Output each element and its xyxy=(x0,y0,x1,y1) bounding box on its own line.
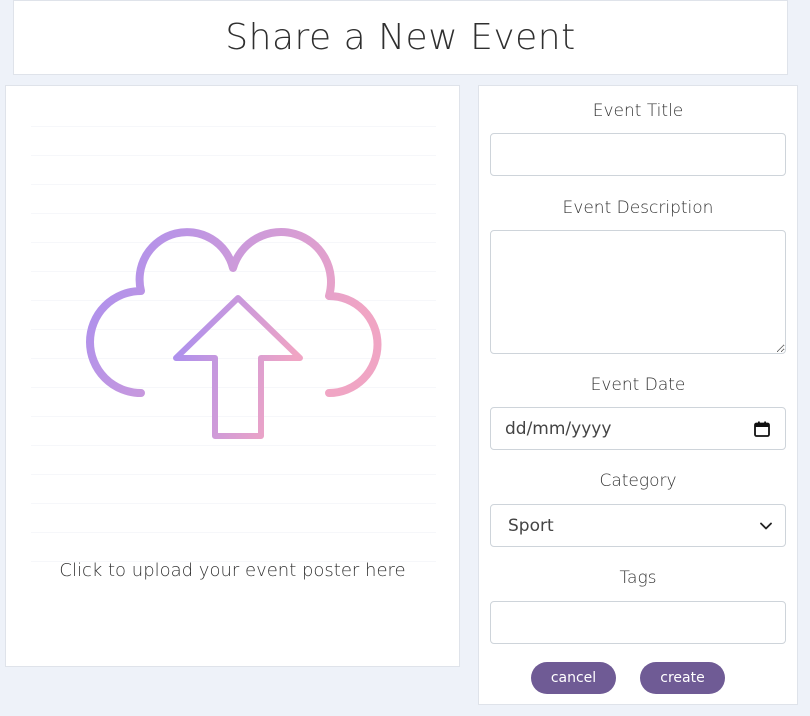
event-description-label: Event Description xyxy=(562,198,714,218)
tags-label: Tags xyxy=(619,568,657,588)
category-selected-value: Sport xyxy=(508,515,554,536)
cloud-upload-icon xyxy=(86,228,382,439)
category-label: Category xyxy=(599,471,677,491)
chevron-down-icon xyxy=(760,522,772,529)
event-date-input[interactable]: dd/mm/yyyy xyxy=(490,407,786,450)
event-date-label: Event Date xyxy=(590,375,686,395)
event-description-input[interactable] xyxy=(490,230,786,354)
create-button[interactable]: create xyxy=(640,662,725,694)
upload-instruction: Click to upload your event poster here xyxy=(59,560,406,581)
date-placeholder: dd/mm/yyyy xyxy=(505,418,612,439)
cancel-button[interactable]: cancel xyxy=(531,662,616,694)
tags-input[interactable] xyxy=(490,601,786,644)
page-title: Share a New Event xyxy=(225,17,576,58)
category-select[interactable]: Sport xyxy=(490,504,786,547)
event-title-input[interactable] xyxy=(490,133,786,176)
page-header: Share a New Event xyxy=(13,0,788,75)
calendar-icon[interactable] xyxy=(753,420,771,438)
event-form: Event Title Event Description Event Date… xyxy=(478,85,798,705)
event-title-label: Event Title xyxy=(592,101,684,121)
poster-upload-area[interactable]: Click to upload your event poster here xyxy=(5,85,460,667)
